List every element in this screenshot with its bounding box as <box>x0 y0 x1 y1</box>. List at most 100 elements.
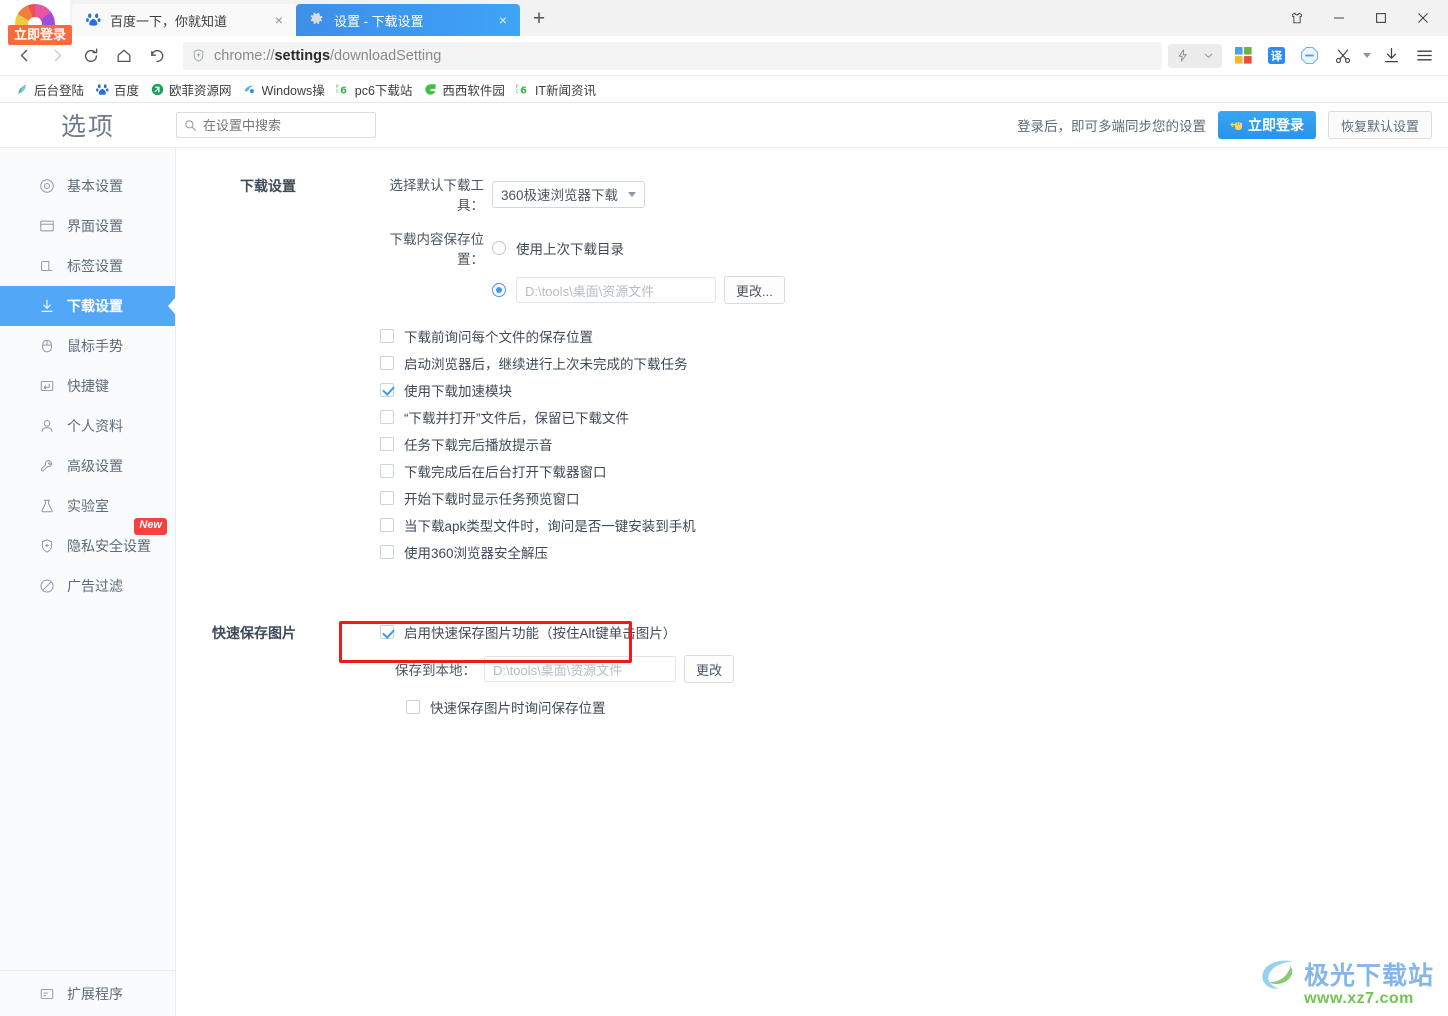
checkbox-row[interactable]: 当下载apk类型文件时，询问是否一键安装到手机 <box>380 511 1448 538</box>
address-bar-url: chrome://settings/downloadSetting <box>214 47 442 64</box>
address-bar[interactable]: chrome://settings/downloadSetting <box>183 41 1162 70</box>
minimize-button[interactable] <box>1318 1 1360 35</box>
forward-button[interactable] <box>41 41 74 71</box>
scissors-dropdown-icon[interactable] <box>1360 41 1374 71</box>
checkbox-show-task-preview[interactable] <box>380 490 394 505</box>
bookmark-item[interactable]: PC6 IT新闻资讯 <box>511 78 602 101</box>
checkbox-label: 任务下载完后播放提示音 <box>404 437 553 453</box>
checkbox-row[interactable]: 启动浏览器后，继续进行上次未完成的下载任务 <box>380 349 1448 376</box>
sidebar-item-shortcuts[interactable]: 快捷键 <box>0 366 175 406</box>
login-button[interactable]: 立即登录 <box>1217 111 1316 139</box>
sidebar-item-extensions[interactable]: 扩展程序 <box>0 970 175 1016</box>
new-tab-button[interactable]: + <box>524 4 554 34</box>
checkbox-row[interactable]: 使用下载加速模块 <box>380 376 1448 403</box>
bookmark-label: 后台登陆 <box>34 83 85 98</box>
radio-custom-directory[interactable] <box>492 283 506 297</box>
restore-defaults-button[interactable]: 恢复默认设置 <box>1327 111 1432 139</box>
maximize-button[interactable] <box>1360 1 1402 35</box>
download-tool-select[interactable]: 360极速浏览器下载 <box>492 180 646 208</box>
watermark-name: 极光下载站 <box>1303 962 1434 990</box>
menu-icon[interactable] <box>1409 41 1440 71</box>
sidebar: 基本设置 界面设置 标签设置 下载设置 鼠标手势 快捷键 个人资料 高级设置 实… <box>0 148 176 1016</box>
sidebar-item-profile[interactable]: 个人资料 <box>0 406 175 446</box>
custom-location-row: D:\tools\桌面\资源文件 更改... <box>366 276 1448 304</box>
tab-close-icon[interactable]: × <box>270 11 288 29</box>
checkbox-enable-quicksave[interactable] <box>380 625 394 639</box>
bookmark-label: pc6下载站 <box>354 83 413 98</box>
omnibox-extras <box>1168 43 1222 68</box>
search-input[interactable] <box>203 117 368 133</box>
tab-close-icon[interactable]: × <box>494 11 512 29</box>
checkbox-label: 当下载apk类型文件时，询问是否一键安装到手机 <box>404 518 696 534</box>
close-button[interactable] <box>1402 1 1444 35</box>
sidebar-item-label: 快捷键 <box>67 378 109 394</box>
checkbox-resume-on-start[interactable] <box>380 355 394 370</box>
adblock-icon[interactable] <box>1294 41 1325 71</box>
tab-settings[interactable]: 设置 - 下载设置 × <box>296 4 520 36</box>
reload-button[interactable] <box>74 41 107 71</box>
bookmark-item[interactable]: 欧菲资源网 <box>145 78 238 101</box>
checkbox-keep-downloaded-file[interactable] <box>380 409 394 424</box>
undo-close-tab-button[interactable] <box>140 41 173 71</box>
search-box[interactable] <box>176 112 376 138</box>
checkbox-play-sound[interactable] <box>380 436 394 451</box>
keyboard-icon <box>38 378 56 394</box>
checkbox-row[interactable]: “下载并打开”文件后，保留已下载文件 <box>380 403 1448 430</box>
checkbox-open-downloader-window[interactable] <box>380 463 394 478</box>
radio-last-directory[interactable] <box>492 241 506 255</box>
svg-text:译: 译 <box>1271 49 1283 63</box>
checkbox-accelerate-module[interactable] <box>380 382 394 397</box>
quicksave-ask-row[interactable]: 快速保存图片时询问保存位置 <box>366 693 1448 720</box>
bookmark-label: 欧菲资源网 <box>169 83 232 98</box>
skin-button[interactable] <box>1276 1 1318 35</box>
bookmarks-bar: 后台登陆 百度 欧菲资源网 Windows操 PC6 pc6下载站 西西软件园 … <box>0 76 1448 103</box>
window-icon <box>38 218 56 234</box>
downloads-icon[interactable] <box>1376 41 1407 71</box>
windows-apps-icon[interactable] <box>1228 41 1259 71</box>
checkbox-ask-quicksave-location[interactable] <box>406 699 420 714</box>
chevron-down-icon[interactable] <box>1196 45 1220 67</box>
sidebar-item-interface[interactable]: 界面设置 <box>0 206 175 246</box>
checkbox-ask-each-file[interactable] <box>380 328 394 343</box>
sidebar-item-mouse-gesture[interactable]: 鼠标手势 <box>0 326 175 366</box>
bookmark-item[interactable]: PC6 pc6下载站 <box>331 78 419 101</box>
sidebar-item-download[interactable]: 下载设置 <box>0 286 175 326</box>
download-path-input[interactable]: D:\tools\桌面\资源文件 <box>516 277 716 303</box>
change-download-path-button[interactable]: 更改... <box>724 276 785 304</box>
bookmark-item[interactable]: 百度 <box>90 78 145 101</box>
checkbox-row[interactable]: 下载完成后在后台打开下载器窗口 <box>380 457 1448 484</box>
checkbox-row[interactable]: 使用360浏览器安全解压 <box>380 538 1448 565</box>
bookmark-item[interactable]: Windows操 <box>238 78 331 101</box>
bookmark-label: 百度 <box>114 83 140 98</box>
checkbox-row[interactable]: 任务下载完后播放提示音 <box>380 430 1448 457</box>
checkbox-row[interactable]: 下载前询问每个文件的保存位置 <box>380 322 1448 349</box>
sidebar-item-advanced[interactable]: 高级设置 <box>0 446 175 486</box>
quicksave-path-row: 保存到本地： D:\tools\桌面\资源文件 更改 <box>366 655 1448 683</box>
bookmark-label: IT新闻资讯 <box>534 83 597 98</box>
checkbox-row[interactable]: 开始下载时显示任务预览窗口 <box>380 484 1448 511</box>
sidebar-item-basic[interactable]: 基本设置 <box>0 166 175 206</box>
settings-main: 下载设置 选择默认下载工具： 360极速浏览器下载 下载内容保存位置： 使用上次… <box>176 148 1448 1016</box>
lightning-icon[interactable] <box>1170 45 1194 67</box>
quicksave-path-label: 保存到本地： <box>395 663 476 678</box>
checkbox-label: 使用下载加速模块 <box>404 383 512 399</box>
checkbox-label: 使用360浏览器安全解压 <box>404 545 549 561</box>
sidebar-item-label: 鼠标手势 <box>67 338 123 354</box>
checkbox-safe-unzip[interactable] <box>380 544 394 559</box>
back-button[interactable] <box>8 41 41 71</box>
tab-baidu[interactable]: 百度一下，你就知道 × <box>72 4 296 36</box>
sidebar-item-tabs[interactable]: 标签设置 <box>0 246 175 286</box>
svg-text:C: C <box>516 88 519 93</box>
bookmark-item[interactable]: 西西软件园 <box>418 78 511 101</box>
login-badge[interactable]: 立即登录 <box>8 25 73 45</box>
home-button[interactable] <box>107 41 140 71</box>
screenshot-scissors-icon[interactable] <box>1327 41 1358 71</box>
quicksave-path-input[interactable]: D:\tools\桌面\资源文件 <box>484 656 676 682</box>
translate-icon[interactable]: 译 <box>1261 41 1292 71</box>
quicksave-enable-row[interactable]: 启用快速保存图片功能（按住Alt键单击图片） <box>366 615 1448 649</box>
change-quicksave-path-button[interactable]: 更改 <box>684 655 735 683</box>
sidebar-item-privacy[interactable]: New 隐私安全设置 <box>0 518 175 566</box>
bookmark-item[interactable]: 后台登陆 <box>10 78 90 101</box>
checkbox-apk-install-prompt[interactable] <box>380 517 394 532</box>
sidebar-item-adblock[interactable]: 广告过滤 <box>0 566 175 606</box>
